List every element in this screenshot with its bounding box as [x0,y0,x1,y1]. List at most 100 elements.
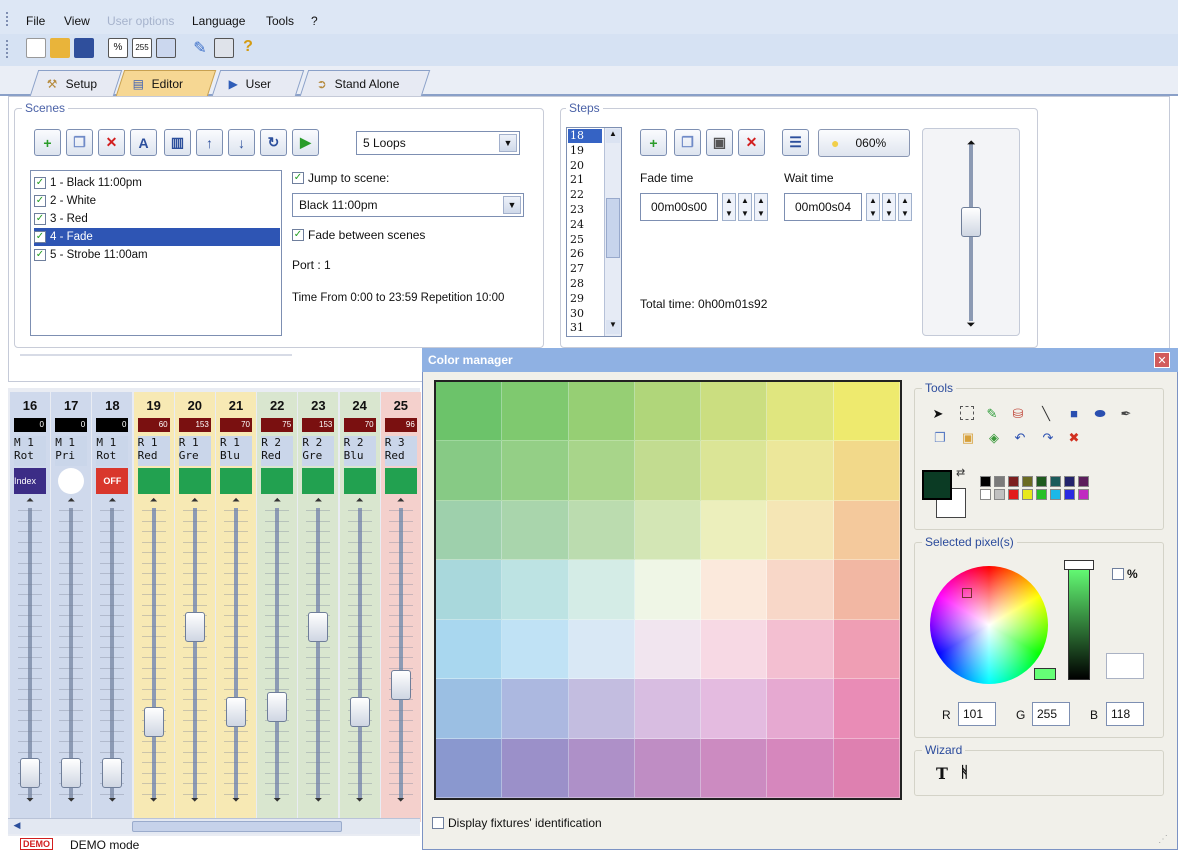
color-swatch[interactable] [980,489,991,500]
pointer-icon[interactable]: ➤ [930,406,946,422]
step-item[interactable]: 28 [568,277,602,291]
palette-cell[interactable] [436,382,503,442]
color-wheel[interactable] [930,566,1048,684]
palette-cell[interactable] [502,500,569,561]
palette-cell[interactable] [701,500,768,561]
color-swatch[interactable] [980,476,991,487]
step-item[interactable]: 29 [568,292,602,306]
fader-scroll-thumb[interactable] [132,821,342,832]
pin-icon[interactable]: ✎ [190,38,210,58]
fader-down-icon[interactable]: ⏷ [106,796,118,806]
scroll-thumb[interactable] [606,198,620,258]
fade-checkbox[interactable]: ✓ [292,229,304,241]
loops-select[interactable]: 5 Loops ▼ [356,131,520,155]
scene-checkbox[interactable]: ✓ [34,249,46,261]
palette-cell[interactable] [436,738,503,798]
channel-off-icon[interactable]: OFF [96,468,129,494]
close-icon[interactable]: ✕ [1154,352,1170,368]
palette-cell[interactable] [634,679,702,739]
palette-cell[interactable] [767,738,834,798]
palette-cell[interactable] [701,441,768,501]
master-down-icon[interactable]: ⏷ [963,319,979,332]
fader-up-icon[interactable]: ⏶ [24,496,36,506]
step-item[interactable]: 26 [568,247,602,261]
fader-up-icon[interactable]: ⏶ [354,496,366,506]
scene-properties-button[interactable]: ▥ [164,129,191,156]
percent-option[interactable]: ✓ % [1112,567,1138,581]
fader-down-icon[interactable]: ⏷ [230,796,242,806]
fader-down-icon[interactable]: ⏷ [65,796,77,806]
palette-cell[interactable] [502,738,569,798]
palette-cell[interactable] [833,441,900,501]
channel-index-icon[interactable]: Index [14,468,46,494]
dimmer-button[interactable]: ● 060% [818,129,910,157]
scroll-up-icon[interactable]: ▲ [606,129,620,143]
wheel-cursor[interactable] [962,588,972,598]
rename-scene-button[interactable]: A [130,129,157,156]
undo-icon[interactable]: ↶ [1012,430,1028,446]
open-icon[interactable] [50,38,70,58]
palette-cell[interactable] [833,679,900,739]
eyedropper-icon[interactable]: ✒ [1118,406,1134,422]
tab-editor[interactable]: ▤ Editor [115,70,217,96]
scene-item[interactable]: ✓ 3 - Red [34,210,280,228]
fader-handle[interactable] [349,696,370,727]
fader-up-icon[interactable]: ⏶ [189,496,201,506]
fader-handle[interactable] [61,758,82,788]
move-down-button[interactable]: ↓ [228,129,255,156]
resize-grip[interactable]: ⋰ [1158,834,1168,845]
hardware-icon[interactable] [214,38,234,58]
fader-down-icon[interactable]: ⏷ [312,796,324,806]
help-icon[interactable]: ? [238,38,258,58]
fader-up-icon[interactable]: ⏶ [395,496,407,506]
channel-green-icon[interactable] [261,468,294,494]
menu-tools[interactable]: Tools [266,14,294,28]
fill-icon[interactable]: ⛁ [1010,406,1026,422]
r-input[interactable]: 101 [958,702,996,726]
palette-cell[interactable] [833,560,900,620]
display-identification-option[interactable]: ✓ Display fixtures' identification [432,816,602,830]
color-palette-grid[interactable] [434,380,902,800]
palette-cell[interactable] [502,619,569,680]
dmx-255-icon[interactable]: 255 [132,38,152,58]
fade-spin-3[interactable]: ▲ ▼ [754,193,768,221]
palette-cell[interactable] [833,500,900,561]
menu-user-options[interactable]: User options [107,14,174,28]
swap-colors-icon[interactable]: ⇄ [956,466,965,479]
fade-between-option[interactable]: ✓ Fade between scenes [292,228,425,242]
wait-spin-2[interactable]: ▲ ▼ [882,193,896,221]
add-step-button[interactable]: + [640,129,667,156]
step-item[interactable]: 25 [568,233,602,247]
color-swatch[interactable] [1064,489,1075,500]
brightness-handle[interactable] [1064,560,1094,570]
palette-cell[interactable] [634,500,702,561]
palette-cell[interactable] [767,679,834,739]
percent-checkbox[interactable]: ✓ [1112,568,1124,580]
fader-up-icon[interactable]: ⏶ [106,496,118,506]
color-swatch[interactable] [1036,476,1047,487]
scene-checkbox[interactable]: ✓ [34,231,46,243]
clear-icon[interactable]: ✖ [1066,430,1082,446]
jump-target-select[interactable]: Black 11:00pm ▼ [292,193,524,217]
palette-cell[interactable] [634,382,702,442]
new-icon[interactable] [26,38,46,58]
copy-step-button[interactable]: ❐ [674,129,701,156]
palette-cell[interactable] [502,441,569,501]
fader-handle[interactable] [102,758,123,788]
paste-icon[interactable]: ▣ [960,430,976,446]
channel-green-icon[interactable] [220,468,252,494]
step-item[interactable]: 19 [568,144,602,158]
channel-green-icon[interactable] [343,468,376,494]
channel-green-icon[interactable] [137,468,170,494]
palette-cell[interactable] [701,738,768,798]
palette-cell[interactable] [767,500,834,561]
fader-handle[interactable] [226,696,246,727]
color-swatch[interactable] [1078,489,1089,500]
add-scene-button[interactable]: + [34,129,61,156]
channel-green-icon[interactable] [384,468,417,494]
palette-cell[interactable] [833,738,900,798]
scene-checkbox[interactable]: ✓ [34,195,46,207]
palette-cell[interactable] [568,738,635,798]
channel-green-icon[interactable] [302,468,335,494]
move-up-button[interactable]: ↑ [196,129,223,156]
